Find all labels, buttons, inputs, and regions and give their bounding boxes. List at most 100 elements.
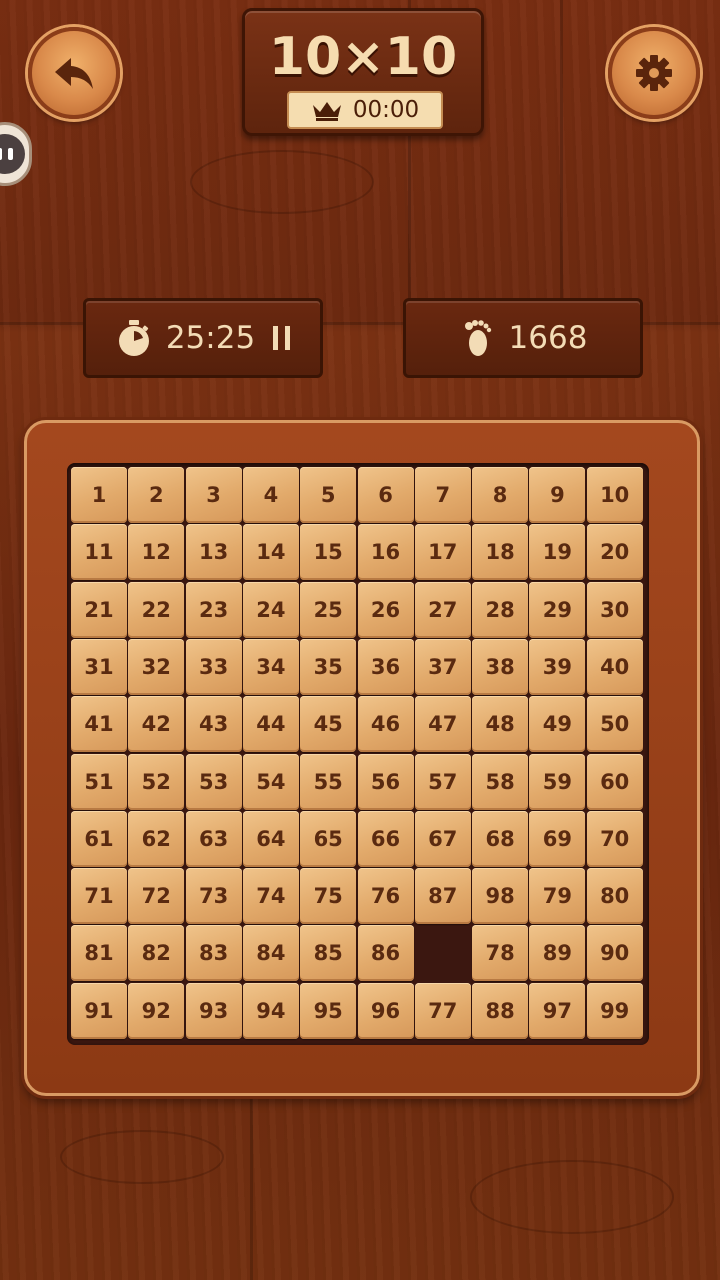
tile-84[interactable]: 84 [242, 925, 299, 982]
tile-23[interactable]: 23 [185, 581, 242, 638]
tile-56[interactable]: 56 [357, 753, 414, 810]
tile-6[interactable]: 6 [357, 467, 414, 523]
tile-63[interactable]: 63 [185, 810, 242, 867]
tile-19[interactable]: 19 [529, 524, 586, 581]
tile-2[interactable]: 2 [128, 467, 185, 523]
pause-icon[interactable] [273, 326, 291, 350]
tile-47[interactable]: 47 [414, 696, 471, 753]
tile-54[interactable]: 54 [242, 753, 299, 810]
tile-60[interactable]: 60 [586, 753, 643, 810]
tile-71[interactable]: 71 [71, 868, 127, 925]
tile-76[interactable]: 76 [357, 868, 414, 925]
tile-40[interactable]: 40 [586, 638, 643, 695]
tile-44[interactable]: 44 [242, 696, 299, 753]
tile-87[interactable]: 87 [414, 868, 471, 925]
tile-82[interactable]: 82 [128, 925, 185, 982]
tile-4[interactable]: 4 [242, 467, 299, 523]
tile-26[interactable]: 26 [357, 581, 414, 638]
tile-34[interactable]: 34 [242, 638, 299, 695]
tile-24[interactable]: 24 [242, 581, 299, 638]
tile-91[interactable]: 91 [71, 982, 127, 1039]
tile-38[interactable]: 38 [472, 638, 529, 695]
tile-62[interactable]: 62 [128, 810, 185, 867]
tile-96[interactable]: 96 [357, 982, 414, 1039]
tile-36[interactable]: 36 [357, 638, 414, 695]
settings-button[interactable] [608, 27, 700, 119]
tile-1[interactable]: 1 [71, 467, 127, 523]
tile-75[interactable]: 75 [300, 868, 357, 925]
tile-90[interactable]: 90 [586, 925, 643, 982]
tile-57[interactable]: 57 [414, 753, 471, 810]
tile-89[interactable]: 89 [529, 925, 586, 982]
tile-28[interactable]: 28 [472, 581, 529, 638]
back-button[interactable] [28, 27, 120, 119]
tile-99[interactable]: 99 [586, 982, 643, 1039]
tile-16[interactable]: 16 [357, 524, 414, 581]
tile-31[interactable]: 31 [71, 638, 127, 695]
tile-29[interactable]: 29 [529, 581, 586, 638]
tile-98[interactable]: 98 [472, 868, 529, 925]
tile-69[interactable]: 69 [529, 810, 586, 867]
tile-66[interactable]: 66 [357, 810, 414, 867]
tile-39[interactable]: 39 [529, 638, 586, 695]
tile-68[interactable]: 68 [472, 810, 529, 867]
tile-77[interactable]: 77 [414, 982, 471, 1039]
tile-46[interactable]: 46 [357, 696, 414, 753]
tile-45[interactable]: 45 [300, 696, 357, 753]
tile-33[interactable]: 33 [185, 638, 242, 695]
tile-88[interactable]: 88 [472, 982, 529, 1039]
tile-61[interactable]: 61 [71, 810, 127, 867]
tile-73[interactable]: 73 [185, 868, 242, 925]
tile-42[interactable]: 42 [128, 696, 185, 753]
tile-93[interactable]: 93 [185, 982, 242, 1039]
tile-58[interactable]: 58 [472, 753, 529, 810]
tile-94[interactable]: 94 [242, 982, 299, 1039]
tile-85[interactable]: 85 [300, 925, 357, 982]
tile-83[interactable]: 83 [185, 925, 242, 982]
tile-12[interactable]: 12 [128, 524, 185, 581]
timer-display[interactable]: 25:25 [83, 298, 323, 378]
tile-78[interactable]: 78 [472, 925, 529, 982]
tile-41[interactable]: 41 [71, 696, 127, 753]
tile-10[interactable]: 10 [586, 467, 643, 523]
tile-97[interactable]: 97 [529, 982, 586, 1039]
tile-92[interactable]: 92 [128, 982, 185, 1039]
tile-11[interactable]: 11 [71, 524, 127, 581]
tile-30[interactable]: 30 [586, 581, 643, 638]
tile-37[interactable]: 37 [414, 638, 471, 695]
tile-70[interactable]: 70 [586, 810, 643, 867]
tile-95[interactable]: 95 [300, 982, 357, 1039]
tile-21[interactable]: 21 [71, 581, 127, 638]
floating-assistant-button[interactable] [0, 122, 32, 186]
tile-8[interactable]: 8 [472, 467, 529, 523]
tile-51[interactable]: 51 [71, 753, 127, 810]
tile-17[interactable]: 17 [414, 524, 471, 581]
tile-22[interactable]: 22 [128, 581, 185, 638]
tile-18[interactable]: 18 [472, 524, 529, 581]
tile-65[interactable]: 65 [300, 810, 357, 867]
tile-7[interactable]: 7 [414, 467, 471, 523]
tile-27[interactable]: 27 [414, 581, 471, 638]
tile-59[interactable]: 59 [529, 753, 586, 810]
tile-20[interactable]: 20 [586, 524, 643, 581]
tile-9[interactable]: 9 [529, 467, 586, 523]
tile-86[interactable]: 86 [357, 925, 414, 982]
tile-43[interactable]: 43 [185, 696, 242, 753]
tile-53[interactable]: 53 [185, 753, 242, 810]
tile-48[interactable]: 48 [472, 696, 529, 753]
tile-52[interactable]: 52 [128, 753, 185, 810]
tile-67[interactable]: 67 [414, 810, 471, 867]
tile-14[interactable]: 14 [242, 524, 299, 581]
tile-50[interactable]: 50 [586, 696, 643, 753]
tile-79[interactable]: 79 [529, 868, 586, 925]
tile-74[interactable]: 74 [242, 868, 299, 925]
tile-5[interactable]: 5 [300, 467, 357, 523]
tile-3[interactable]: 3 [185, 467, 242, 523]
tile-13[interactable]: 13 [185, 524, 242, 581]
tile-80[interactable]: 80 [586, 868, 643, 925]
tile-72[interactable]: 72 [128, 868, 185, 925]
tile-25[interactable]: 25 [300, 581, 357, 638]
tile-49[interactable]: 49 [529, 696, 586, 753]
tile-35[interactable]: 35 [300, 638, 357, 695]
tile-81[interactable]: 81 [71, 925, 127, 982]
